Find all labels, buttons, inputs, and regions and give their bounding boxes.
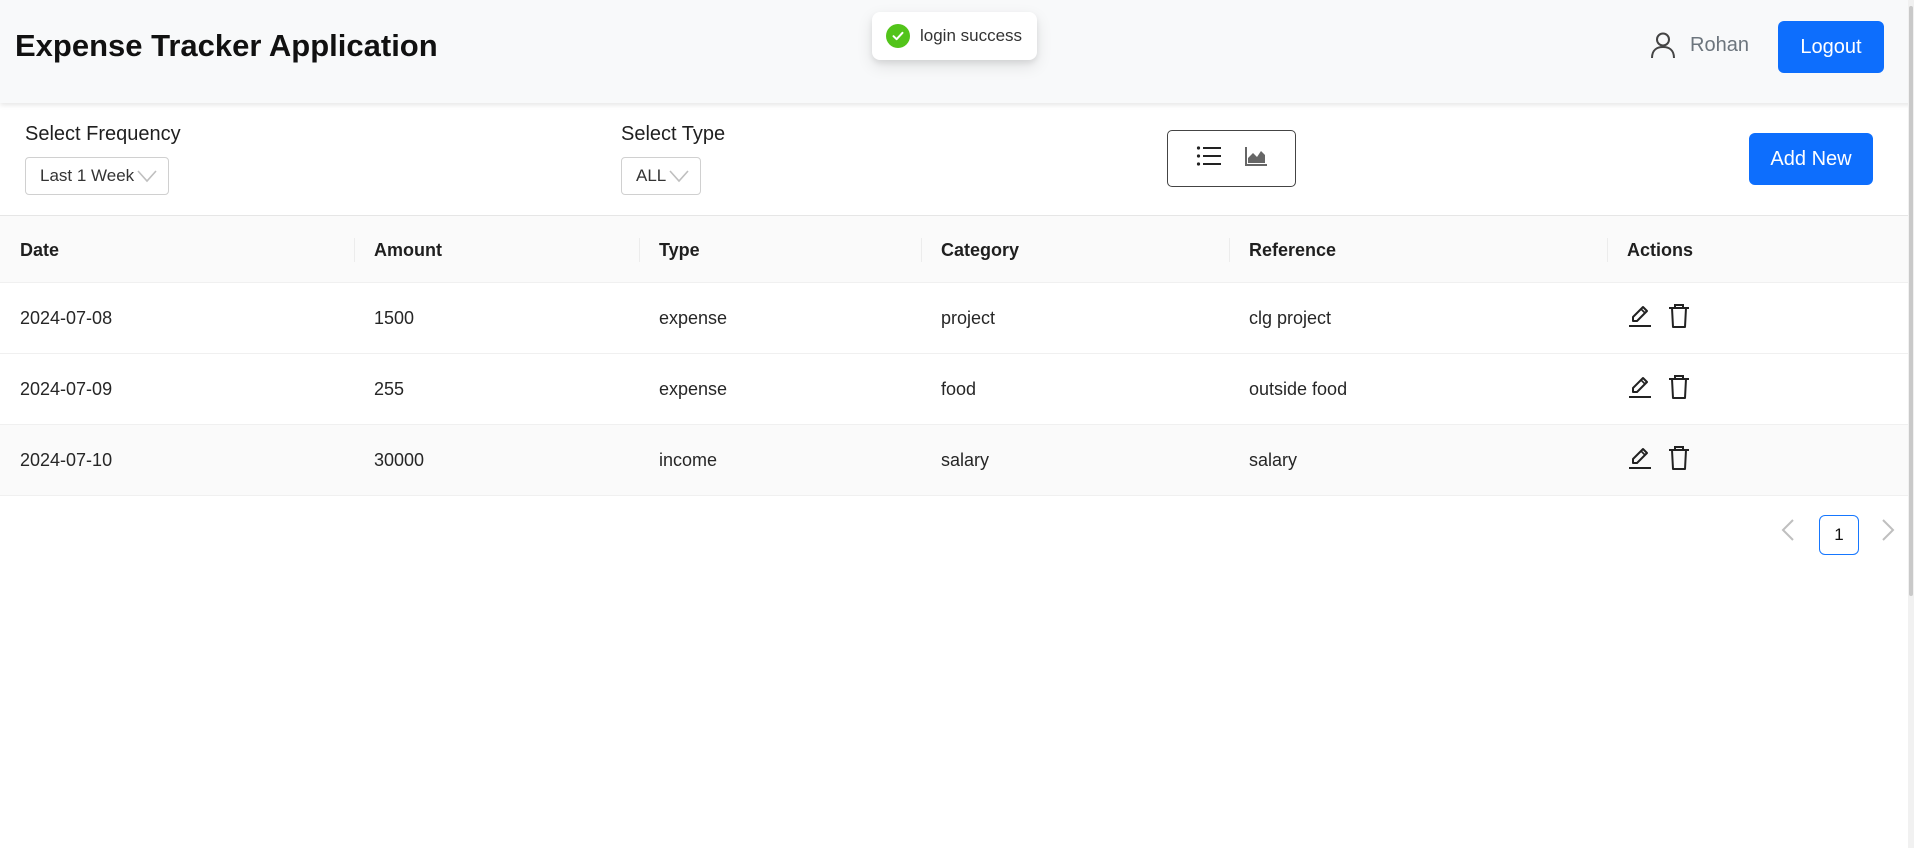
edit-icon[interactable] bbox=[1627, 445, 1653, 476]
cell-type: expense bbox=[659, 307, 728, 328]
column-divider bbox=[921, 238, 922, 262]
chevron-down-icon bbox=[137, 170, 157, 183]
column-header-category[interactable]: Category bbox=[941, 216, 1019, 284]
pagination-page-1[interactable]: 1 bbox=[1819, 515, 1859, 555]
toast-notification: login success bbox=[872, 12, 1037, 60]
column-header-actions: Actions bbox=[1627, 239, 1694, 260]
cell-category: food bbox=[941, 378, 977, 399]
scrollbar-thumb[interactable] bbox=[1909, 6, 1913, 596]
delete-icon[interactable] bbox=[1667, 445, 1691, 476]
cell-date: 2024-07-08 bbox=[20, 307, 113, 328]
table-header: Date Amount Type Category Reference Acti… bbox=[0, 215, 1908, 283]
cell-amount: 255 bbox=[374, 378, 405, 399]
cell-actions bbox=[1627, 425, 1691, 495]
delete-icon[interactable] bbox=[1667, 374, 1691, 405]
toast-message: login success bbox=[920, 26, 1023, 45]
column-divider bbox=[1607, 238, 1608, 262]
cell-category: project bbox=[941, 307, 996, 328]
column-header-reference[interactable]: Reference bbox=[1249, 216, 1336, 284]
delete-icon[interactable] bbox=[1667, 303, 1691, 334]
pagination-prev-button[interactable] bbox=[1774, 514, 1802, 546]
logout-button[interactable]: Logout bbox=[1778, 21, 1884, 73]
pagination-next-button[interactable] bbox=[1874, 514, 1902, 546]
app-title: Expense Tracker Application bbox=[15, 28, 438, 63]
chevron-left-icon bbox=[1781, 519, 1794, 541]
view-toggle bbox=[1167, 130, 1296, 187]
check-circle-icon bbox=[886, 24, 910, 48]
cell-reference: outside food bbox=[1249, 378, 1348, 399]
table-row: 2024-07-09 255 expense food outside food bbox=[0, 354, 1908, 425]
user-info: Rohan bbox=[1648, 30, 1749, 60]
area-chart-icon[interactable] bbox=[1244, 145, 1268, 172]
cell-actions bbox=[1627, 283, 1691, 353]
cell-date: 2024-07-10 bbox=[20, 449, 113, 470]
list-icon[interactable] bbox=[1196, 145, 1222, 172]
column-header-date[interactable]: Date bbox=[20, 216, 59, 284]
column-divider bbox=[354, 238, 355, 262]
type-select[interactable]: ALL bbox=[621, 157, 701, 195]
frequency-label: Select Frequency bbox=[25, 123, 181, 145]
chevron-right-icon bbox=[1882, 519, 1895, 541]
type-select-value: ALL bbox=[636, 166, 667, 185]
cell-type: expense bbox=[659, 378, 728, 399]
transactions-table: Date Amount Type Category Reference Acti… bbox=[0, 215, 1908, 496]
cell-amount: 30000 bbox=[374, 449, 425, 470]
type-label: Select Type bbox=[621, 123, 726, 145]
chevron-down-icon bbox=[669, 170, 689, 183]
cell-amount: 1500 bbox=[374, 307, 415, 328]
add-new-button[interactable]: Add New bbox=[1749, 133, 1873, 185]
cell-actions bbox=[1627, 354, 1691, 424]
column-header-amount[interactable]: Amount bbox=[374, 216, 442, 284]
cell-type: income bbox=[659, 449, 718, 470]
username: Rohan bbox=[1690, 33, 1749, 56]
edit-icon[interactable] bbox=[1627, 374, 1653, 405]
user-icon bbox=[1648, 30, 1678, 60]
frequency-select[interactable]: Last 1 Week bbox=[25, 157, 169, 195]
column-divider bbox=[1229, 238, 1230, 262]
column-divider bbox=[639, 238, 640, 262]
column-header-type[interactable]: Type bbox=[659, 216, 700, 284]
edit-icon[interactable] bbox=[1627, 303, 1653, 334]
cell-category: salary bbox=[941, 449, 990, 470]
table-row: 2024-07-10 30000 income salary salary bbox=[0, 425, 1908, 496]
cell-reference: salary bbox=[1249, 449, 1298, 470]
cell-reference: clg project bbox=[1249, 307, 1332, 328]
table-row: 2024-07-08 1500 expense project clg proj… bbox=[0, 283, 1908, 354]
cell-date: 2024-07-09 bbox=[20, 378, 113, 399]
frequency-select-value: Last 1 Week bbox=[40, 166, 135, 185]
